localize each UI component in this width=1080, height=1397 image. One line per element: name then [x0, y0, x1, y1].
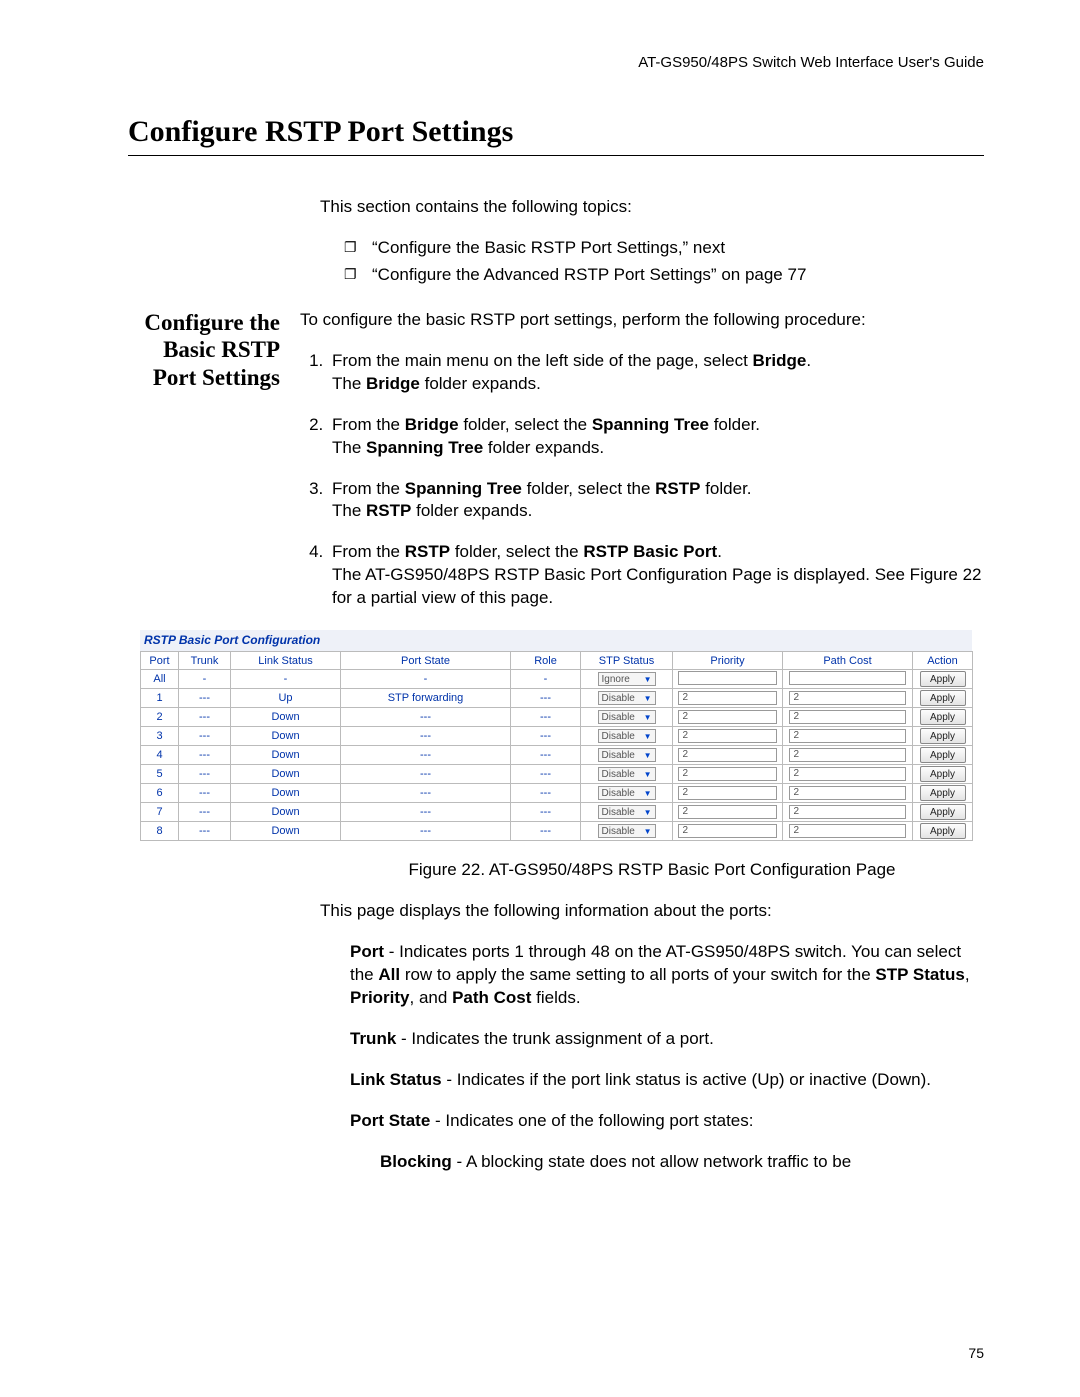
chevron-down-icon: ▼ — [644, 732, 652, 741]
apply-button[interactable]: Apply — [920, 709, 966, 725]
figure-title-bar: RSTP Basic Port Configuration — [140, 630, 972, 651]
priority-input[interactable]: 2 — [678, 824, 776, 838]
stp-status-select[interactable]: Disable▼ — [598, 767, 656, 781]
stp-status-select[interactable]: Disable▼ — [598, 729, 656, 743]
path-cost-input[interactable]: 2 — [789, 786, 905, 800]
path-cost-input[interactable]: 2 — [789, 710, 905, 724]
def-port-state: Port State - Indicates one of the follow… — [350, 1110, 984, 1133]
table-row: 2---Down------Disable▼22Apply — [141, 708, 973, 727]
page-title: Configure RSTP Port Settings — [128, 115, 984, 149]
step-item: From the Spanning Tree folder, select th… — [328, 478, 984, 524]
chevron-down-icon: ▼ — [644, 827, 652, 836]
apply-button[interactable]: Apply — [920, 823, 966, 839]
column-header: STP Status — [581, 652, 673, 670]
apply-button[interactable]: Apply — [920, 804, 966, 820]
chevron-down-icon: ▼ — [644, 694, 652, 703]
def-link-status: Link Status - Indicates if the port link… — [350, 1069, 984, 1092]
path-cost-input[interactable]: 2 — [789, 805, 905, 819]
step-item: From the Bridge folder, select the Spann… — [328, 414, 984, 460]
path-cost-input[interactable]: 2 — [789, 824, 905, 838]
topic-item: “Configure the Advanced RSTP Port Settin… — [344, 264, 984, 287]
figure-caption: Figure 22. AT-GS950/48PS RSTP Basic Port… — [320, 859, 984, 882]
column-header: Port State — [341, 652, 511, 670]
column-header: Trunk — [179, 652, 231, 670]
def-port: Port - Indicates ports 1 through 48 on t… — [350, 941, 984, 1010]
chevron-down-icon: ▼ — [644, 751, 652, 760]
def-trunk: Trunk - Indicates the trunk assignment o… — [350, 1028, 984, 1051]
priority-input[interactable]: 2 — [678, 786, 776, 800]
chevron-down-icon: ▼ — [644, 713, 652, 722]
apply-button[interactable]: Apply — [920, 728, 966, 744]
apply-button[interactable]: Apply — [920, 671, 966, 687]
stp-status-select[interactable]: Disable▼ — [598, 824, 656, 838]
priority-input[interactable]: 2 — [678, 691, 776, 705]
procedure-lead: To configure the basic RSTP port setting… — [300, 309, 984, 332]
chevron-down-icon: ▼ — [644, 789, 652, 798]
path-cost-input[interactable]: 2 — [789, 767, 905, 781]
priority-input[interactable]: 2 — [678, 748, 776, 762]
priority-input[interactable]: 2 — [678, 710, 776, 724]
path-cost-input[interactable] — [789, 671, 905, 685]
after-figure-lead: This page displays the following informa… — [320, 900, 984, 923]
table-row: 5---Down------Disable▼22Apply — [141, 765, 973, 784]
apply-button[interactable]: Apply — [920, 766, 966, 782]
priority-input[interactable]: 2 — [678, 805, 776, 819]
path-cost-input[interactable]: 2 — [789, 748, 905, 762]
apply-button[interactable]: Apply — [920, 747, 966, 763]
column-header: Priority — [673, 652, 783, 670]
page-number: 75 — [968, 1345, 984, 1361]
stp-status-select[interactable]: Disable▼ — [598, 748, 656, 762]
table-row: 4---Down------Disable▼22Apply — [141, 746, 973, 765]
running-header: AT-GS950/48PS Switch Web Interface User'… — [128, 54, 984, 71]
chevron-down-icon: ▼ — [644, 770, 652, 779]
path-cost-input[interactable]: 2 — [789, 691, 905, 705]
step-item: From the RSTP folder, select the RSTP Ba… — [328, 541, 984, 610]
table-row: 1---UpSTP forwarding---Disable▼22Apply — [141, 689, 973, 708]
stp-status-select[interactable]: Ignore▼ — [598, 672, 656, 686]
column-header: Link Status — [231, 652, 341, 670]
apply-button[interactable]: Apply — [920, 785, 966, 801]
stp-status-select[interactable]: Disable▼ — [598, 805, 656, 819]
table-row: 3---Down------Disable▼22Apply — [141, 727, 973, 746]
table-row: 7---Down------Disable▼22Apply — [141, 803, 973, 822]
step-item: From the main menu on the left side of t… — [328, 350, 984, 396]
column-header: Port — [141, 652, 179, 670]
chevron-down-icon: ▼ — [644, 675, 652, 684]
intro-lead: This section contains the following topi… — [320, 196, 984, 219]
title-rule — [128, 155, 984, 156]
column-header: Role — [511, 652, 581, 670]
chevron-down-icon: ▼ — [644, 808, 652, 817]
apply-button[interactable]: Apply — [920, 690, 966, 706]
path-cost-input[interactable]: 2 — [789, 729, 905, 743]
column-header: Action — [913, 652, 973, 670]
side-heading: Configure the Basic RSTP Port Settings — [128, 309, 300, 630]
figure-rstp-basic-port: RSTP Basic Port Configuration PortTrunkL… — [140, 630, 972, 841]
topic-item: “Configure the Basic RSTP Port Settings,… — [344, 237, 984, 260]
def-blocking: Blocking - A blocking state does not all… — [380, 1151, 984, 1174]
table-row: 8---Down------Disable▼22Apply — [141, 822, 973, 841]
stp-status-select[interactable]: Disable▼ — [598, 710, 656, 724]
priority-input[interactable]: 2 — [678, 767, 776, 781]
priority-input[interactable] — [678, 671, 776, 685]
table-row: 6---Down------Disable▼22Apply — [141, 784, 973, 803]
table-row: All----Ignore▼Apply — [141, 670, 973, 689]
port-config-table: PortTrunkLink StatusPort StateRoleSTP St… — [140, 651, 973, 841]
stp-status-select[interactable]: Disable▼ — [598, 691, 656, 705]
stp-status-select[interactable]: Disable▼ — [598, 786, 656, 800]
priority-input[interactable]: 2 — [678, 729, 776, 743]
column-header: Path Cost — [783, 652, 913, 670]
